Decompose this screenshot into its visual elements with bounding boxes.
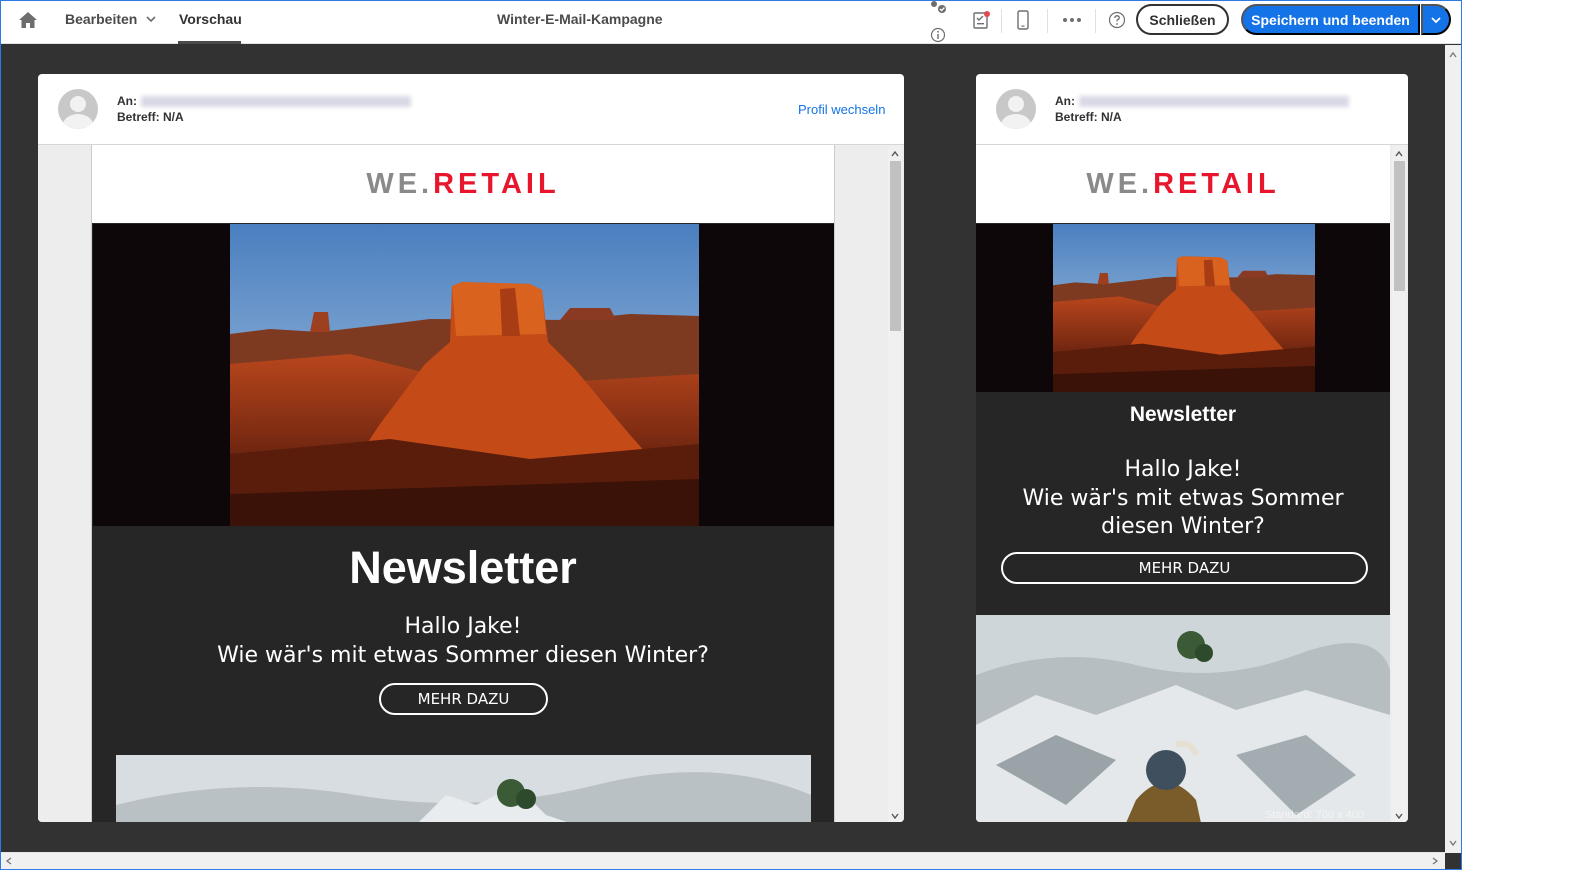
top-bar: Bearbeiten Vorschau Winter-E-Mail-Kampag…	[1, 1, 1461, 44]
greeting-line: Hallo Jake!	[1124, 457, 1242, 482]
newsletter-title: Newsletter	[1129, 403, 1237, 426]
logo-we: WE.	[366, 167, 434, 200]
window-vertical-scrollbar[interactable]	[1445, 45, 1461, 853]
read-more-button[interactable]: MEHR DAZU	[379, 683, 548, 715]
mobile-device-icon[interactable]	[1013, 9, 1033, 31]
to-label: An:	[117, 94, 137, 108]
email-viewport[interactable]: WE. RETAIL Newsletter Hallo Jake! Wie wä…	[38, 144, 904, 822]
recipient-line: An:	[1055, 94, 1349, 108]
chevron-down-icon[interactable]	[146, 13, 156, 25]
email-viewport[interactable]: WE. RETAIL Newsletter Hallo Jake! Wie wä…	[976, 144, 1408, 822]
save-and-close-button[interactable]: Speichern und beenden	[1241, 4, 1420, 35]
scroll-up-icon[interactable]	[1449, 51, 1457, 59]
brand-logo: WE. RETAIL	[976, 145, 1390, 223]
greeting-question-cont: diesen Winter?	[1101, 514, 1265, 539]
scroll-down-icon[interactable]	[1449, 839, 1457, 847]
newsletter-title: Newsletter	[349, 542, 577, 593]
app-window: Bearbeiten Vorschau Winter-E-Mail-Kampag…	[0, 0, 1462, 870]
mobile-preview: An: Betreff: N/A WE. RETAIL Newsletter H…	[976, 74, 1408, 822]
active-tab-indicator	[178, 41, 241, 44]
greeting-line: Hallo Jake!	[404, 614, 522, 639]
toolbar-divider	[1047, 9, 1048, 33]
window-horizontal-scrollbar[interactable]	[1, 852, 1445, 869]
save-options-dropdown[interactable]	[1421, 4, 1451, 35]
scroll-down-icon[interactable]	[1395, 813, 1403, 819]
mountain-image	[116, 755, 811, 822]
read-more-button[interactable]: MEHR DAZU	[1001, 552, 1368, 584]
page-title: Winter-E-Mail-Kampagne	[497, 11, 663, 27]
email-body: WE. RETAIL Newsletter Hallo Jake! Wie wä…	[91, 145, 835, 822]
close-button[interactable]: Schließen	[1136, 4, 1229, 35]
email-body: WE. RETAIL Newsletter Hallo Jake! Wie wä…	[976, 145, 1390, 822]
tab-preview[interactable]: Vorschau	[179, 11, 242, 27]
proof-checklist-icon[interactable]	[970, 9, 992, 31]
user-check-icon[interactable]	[927, 1, 949, 15]
to-label: An:	[1055, 94, 1075, 108]
toolbar-divider	[1095, 9, 1096, 33]
mountain-image: Standard: 700 x 400	[976, 615, 1390, 822]
info-icon[interactable]	[929, 26, 947, 44]
scroll-right-icon[interactable]	[1431, 857, 1439, 865]
desert-butte-image	[1053, 224, 1315, 392]
recipient-address-redacted	[1079, 96, 1349, 108]
hero-image	[93, 224, 834, 526]
help-icon[interactable]	[1107, 10, 1127, 30]
avatar	[996, 89, 1036, 129]
tab-edit[interactable]: Bearbeiten	[65, 11, 137, 27]
greeting-question: Wie wär's mit etwas Sommer diesen Winter…	[217, 643, 709, 668]
brand-logo: WE. RETAIL	[92, 145, 834, 223]
hero-image	[976, 224, 1390, 392]
email-scrollbar[interactable]	[888, 145, 902, 822]
toolbar-divider	[1001, 9, 1002, 33]
more-icon[interactable]	[1059, 9, 1085, 31]
greeting-question: Wie wär's mit etwas Sommer	[1022, 486, 1344, 511]
recipient-address-redacted	[141, 96, 411, 108]
logo-we: WE.	[1086, 167, 1154, 200]
image-size-label: Standard: 700 x 400	[1264, 809, 1364, 821]
scroll-up-icon[interactable]	[1395, 151, 1403, 157]
recipient-line: An:	[117, 94, 411, 108]
desktop-preview: An: Betreff: N/A Profil wechseln WE. RETA…	[38, 74, 904, 822]
scroll-thumb[interactable]	[1394, 161, 1405, 291]
desert-butte-image	[230, 224, 699, 526]
logo-retail: RETAIL	[1153, 167, 1280, 200]
scroll-up-icon[interactable]	[891, 151, 899, 157]
home-icon[interactable]	[18, 11, 38, 29]
subject-line: Betreff: N/A	[117, 110, 184, 124]
subject-line: Betreff: N/A	[1055, 110, 1122, 124]
scroll-left-icon[interactable]	[5, 857, 13, 865]
switch-profile-link[interactable]: Profil wechseln	[798, 102, 885, 117]
scroll-thumb[interactable]	[890, 161, 901, 331]
logo-retail: RETAIL	[433, 167, 560, 200]
chevron-down-icon	[1431, 16, 1441, 23]
scroll-down-icon[interactable]	[891, 813, 899, 819]
email-scrollbar[interactable]	[1392, 145, 1406, 822]
avatar	[58, 89, 98, 129]
